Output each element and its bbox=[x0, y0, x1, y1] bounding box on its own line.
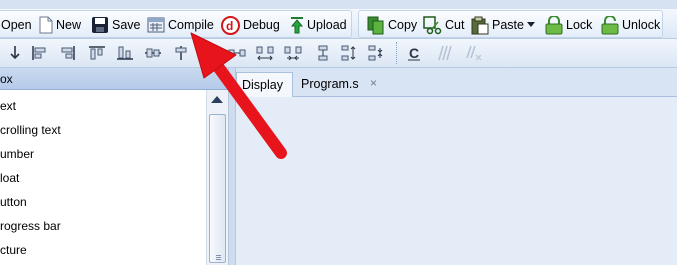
align-top-icon[interactable] bbox=[88, 45, 106, 61]
toolbox-item-text[interactable]: ext bbox=[0, 94, 206, 118]
new-label: New bbox=[56, 18, 82, 32]
align-bottom-icon[interactable] bbox=[116, 45, 134, 61]
cut-button[interactable]: Cut bbox=[423, 14, 464, 36]
tab-display[interactable]: Display bbox=[236, 72, 293, 97]
new-button[interactable]: New bbox=[39, 14, 81, 36]
edit-toolbar-group: Copy Cut Paste Lock Unlock bbox=[358, 10, 663, 38]
align-left-icon[interactable] bbox=[31, 45, 49, 61]
open-label: Open bbox=[1, 18, 32, 32]
toolbox-item-number[interactable]: umber bbox=[0, 142, 206, 166]
paste-clipboard-icon bbox=[471, 16, 489, 34]
compile-label: Compile bbox=[168, 18, 214, 32]
scroll-thumb[interactable] bbox=[209, 114, 226, 263]
close-icon[interactable]: × bbox=[370, 76, 377, 90]
alignment-toolbar: C bbox=[0, 39, 677, 68]
copy-icon bbox=[367, 16, 384, 34]
toolbox-item-picture[interactable]: cture bbox=[0, 238, 206, 262]
copy-label: Copy bbox=[388, 18, 418, 32]
tab-program[interactable]: Program.s bbox=[296, 72, 364, 97]
distribute-horizontal-icon[interactable] bbox=[228, 45, 246, 61]
grip-line bbox=[216, 255, 221, 256]
save-button[interactable]: Save bbox=[91, 14, 141, 36]
save-label: Save bbox=[112, 18, 141, 32]
upload-arrow-icon bbox=[290, 17, 304, 34]
svg-text:d: d bbox=[226, 19, 233, 33]
disabled-format-icon[interactable] bbox=[435, 45, 453, 61]
space-horizontal-decrease-icon[interactable] bbox=[284, 45, 302, 61]
space-vertical-increase-icon[interactable] bbox=[340, 45, 358, 61]
grip-line bbox=[216, 259, 221, 260]
debug-label: Debug bbox=[243, 18, 280, 32]
tab-program-label: Program.s bbox=[301, 77, 359, 91]
toolbox-item-scrolling-text[interactable]: crolling text bbox=[0, 118, 206, 142]
compile-button[interactable]: Compile bbox=[147, 14, 214, 36]
title-bar-strip bbox=[0, 0, 677, 9]
upload-button[interactable]: Upload bbox=[290, 14, 347, 36]
debug-icon: d bbox=[221, 15, 240, 35]
panel-splitter[interactable] bbox=[228, 68, 236, 265]
debug-button[interactable]: d Debug bbox=[221, 14, 280, 36]
align-right-icon[interactable] bbox=[58, 45, 76, 61]
unlock-icon bbox=[601, 15, 619, 34]
upload-label: Upload bbox=[307, 18, 347, 32]
unlock-label: Unlock bbox=[622, 18, 661, 32]
svg-text:C: C bbox=[409, 45, 419, 61]
paste-button[interactable]: Paste bbox=[471, 14, 535, 36]
cut-icon bbox=[423, 15, 442, 34]
align-bottom-arrow-icon[interactable] bbox=[6, 45, 24, 61]
open-button[interactable]: Open bbox=[1, 14, 32, 36]
scroll-up-arrow-icon[interactable] bbox=[211, 96, 223, 103]
distribute-vertical-icon[interactable] bbox=[314, 45, 332, 61]
align-center-vertical-icon[interactable] bbox=[172, 45, 190, 61]
new-file-icon bbox=[39, 16, 53, 34]
designer-workspace bbox=[236, 68, 677, 265]
toolbar-separator bbox=[396, 42, 397, 64]
toolbox-scrollbar[interactable] bbox=[206, 90, 228, 265]
toolbox-item-progress-bar[interactable]: rogress bar bbox=[0, 214, 206, 238]
main-toolbar: Open New Save Compile d Debug Upload Cop… bbox=[0, 9, 677, 39]
space-vertical-decrease-icon[interactable] bbox=[367, 45, 385, 61]
paste-label: Paste bbox=[492, 18, 524, 32]
toolbox-header: ox bbox=[0, 68, 228, 90]
save-disk-icon bbox=[92, 17, 108, 33]
cut-label: Cut bbox=[445, 18, 465, 32]
chevron-down-icon[interactable] bbox=[526, 22, 535, 28]
document-tab-strip: Display Program.s × bbox=[236, 68, 677, 97]
toolbox-list: ext crolling text umber loat utton rogre… bbox=[0, 90, 206, 265]
space-horizontal-increase-icon[interactable] bbox=[256, 45, 274, 61]
compile-icon bbox=[147, 17, 165, 33]
disabled-clear-format-icon[interactable] bbox=[464, 45, 482, 61]
file-toolbar-group: Open New Save Compile d Debug Upload bbox=[0, 10, 352, 38]
center-text-icon[interactable]: C bbox=[406, 45, 424, 61]
lock-icon bbox=[545, 15, 563, 34]
grip-line bbox=[216, 257, 221, 258]
toolbox-item-button[interactable]: utton bbox=[0, 190, 206, 214]
tab-display-label: Display bbox=[242, 78, 283, 92]
toolbox-item-float[interactable]: loat bbox=[0, 166, 206, 190]
lock-label: Lock bbox=[566, 18, 593, 32]
toolbox-title: ox bbox=[0, 72, 13, 86]
copy-button[interactable]: Copy bbox=[367, 14, 417, 36]
align-center-horizontal-icon[interactable] bbox=[144, 45, 162, 61]
unlock-button[interactable]: Unlock bbox=[601, 14, 660, 36]
lock-button[interactable]: Lock bbox=[545, 14, 592, 36]
